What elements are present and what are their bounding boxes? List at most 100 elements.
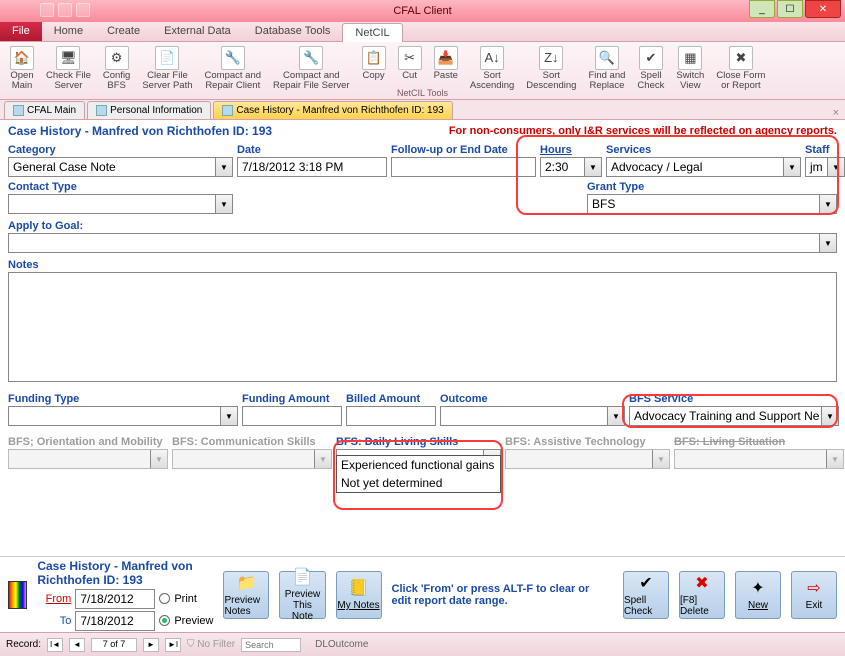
services-combo[interactable]: Advocacy / Legal▼	[606, 157, 801, 177]
date-input[interactable]	[237, 157, 387, 177]
spell-check-button[interactable]: ✔Spell Check	[623, 571, 669, 619]
close-button[interactable]: ✕	[805, 0, 841, 18]
label-hours: Hours	[540, 144, 602, 156]
tab-netcil[interactable]: NetCIL	[342, 23, 402, 42]
chevron-down-icon[interactable]: ▼	[783, 158, 800, 176]
hours-combo[interactable]: 2:30▼	[540, 157, 602, 177]
ribbon-open-main-button[interactable]: 🏠Open Main	[6, 44, 38, 97]
label-funding-amount: Funding Amount	[242, 393, 342, 405]
ribbon-compact-and-repair-client-button[interactable]: 🔧Compact and Repair Client	[201, 44, 266, 97]
search-input[interactable]	[241, 638, 301, 652]
maximize-button[interactable]: ☐	[777, 0, 803, 18]
no-filter-label[interactable]: ⛉ No Filter	[187, 639, 235, 650]
ribbon-sort-descending-button[interactable]: Z↓Sort Descending	[522, 44, 580, 97]
ribbon-icon: ✖	[729, 46, 753, 70]
chevron-down-icon[interactable]: ▼	[215, 158, 232, 176]
notes-icon: 📒	[349, 578, 369, 598]
chevron-down-icon[interactable]: ▼	[821, 407, 838, 425]
tab-home[interactable]: Home	[42, 22, 95, 41]
doctab-personal-info[interactable]: Personal Information	[87, 101, 211, 119]
ribbon-check-file-server-button[interactable]: 🖥Check File Server	[42, 44, 95, 97]
ribbon-icon: 🖥	[56, 46, 80, 70]
ribbon-group-label: NetCIL Tools	[397, 88, 448, 98]
ribbon-switch-view-button[interactable]: ▦Switch View	[672, 44, 708, 97]
document-tabs: CFAL Main Personal Information Case Hist…	[0, 100, 845, 120]
tab-create[interactable]: Create	[95, 22, 152, 41]
label-funding-type: Funding Type	[8, 393, 238, 405]
label-outcome: Outcome	[440, 393, 625, 405]
outcome-combo[interactable]: ▼	[440, 406, 625, 426]
bfs-comm-combo: ▼	[172, 449, 332, 469]
nav-first-button[interactable]: I◄	[47, 638, 63, 652]
form-icon	[96, 105, 107, 116]
dropdown-option[interactable]: Experienced functional gains	[337, 456, 500, 474]
contact-type-combo[interactable]: ▼	[8, 194, 233, 214]
new-button[interactable]: ✦New	[735, 571, 781, 619]
apply-goal-combo[interactable]: ▼	[8, 233, 837, 253]
to-date-input[interactable]	[75, 611, 155, 631]
my-notes-button[interactable]: 📒My Notes	[336, 571, 382, 619]
chevron-down-icon[interactable]: ▼	[584, 158, 601, 176]
chevron-down-icon[interactable]: ▼	[819, 234, 836, 252]
label-grant-type: Grant Type	[587, 181, 837, 193]
label-category: Category	[8, 144, 233, 156]
tab-external-data[interactable]: External Data	[152, 22, 243, 41]
bfs-assist-combo: ▼	[505, 449, 670, 469]
notes-textarea[interactable]	[8, 272, 837, 382]
preview-notes-button[interactable]: 📁Preview Notes	[223, 571, 269, 619]
preview-radio[interactable]	[159, 615, 170, 626]
file-menu[interactable]: File	[0, 22, 42, 41]
close-tab-icon[interactable]: ×	[833, 107, 839, 119]
delete-button[interactable]: ✖[F8] Delete	[679, 571, 725, 619]
bfs-daily-dropdown[interactable]: Experienced functional gains Not yet det…	[336, 455, 501, 493]
ribbon-find-and-replace-button[interactable]: 🔍Find and Replace	[584, 44, 629, 97]
ribbon-icon: 📄	[155, 46, 179, 70]
print-radio[interactable]	[159, 593, 170, 604]
qat-redo-icon[interactable]	[76, 3, 90, 17]
ribbon-clear-file-server-path-button[interactable]: 📄Clear File Server Path	[138, 44, 196, 97]
chevron-down-icon[interactable]: ▼	[607, 407, 624, 425]
bfs-service-combo[interactable]: Advocacy Training and Support Ne▼	[629, 406, 839, 426]
dropdown-option[interactable]: Not yet determined	[337, 474, 500, 492]
preview-this-note-button[interactable]: 📄Preview This Note	[279, 571, 325, 619]
nav-prev-button[interactable]: ◄	[69, 638, 85, 652]
nav-last-button[interactable]: ►I	[165, 638, 181, 652]
label-billed-amount: Billed Amount	[346, 393, 436, 405]
grant-type-combo[interactable]: BFS▼	[587, 194, 837, 214]
minimize-button[interactable]: _	[749, 0, 775, 18]
ribbon-compact-and-repair-file-server-button[interactable]: 🔧Compact and Repair File Server	[269, 44, 354, 97]
funding-type-combo[interactable]: ▼	[8, 406, 238, 426]
ribbon-icon: 🔧	[221, 46, 245, 70]
qat-undo-icon[interactable]	[58, 3, 72, 17]
ribbon-close-form-or-report-button[interactable]: ✖Close Form or Report	[712, 44, 769, 97]
exit-button[interactable]: ⇨Exit	[791, 571, 837, 619]
staff-combo[interactable]: jm▼	[805, 157, 845, 177]
nav-next-button[interactable]: ►	[143, 638, 159, 652]
funding-amount-input[interactable]	[242, 406, 342, 426]
ribbon-sort-ascending-button[interactable]: A↓Sort Ascending	[466, 44, 518, 97]
chevron-down-icon[interactable]: ▼	[827, 158, 844, 176]
record-position[interactable]: 7 of 7	[91, 638, 137, 652]
doctab-case-history[interactable]: Case History - Manfred von Richthofen ID…	[213, 101, 452, 119]
from-date-input[interactable]	[75, 589, 155, 609]
ribbon-icon: 📋	[362, 46, 386, 70]
billed-amount-input[interactable]	[346, 406, 436, 426]
category-combo[interactable]: General Case Note▼	[8, 157, 233, 177]
label-date: Date	[237, 144, 387, 156]
chevron-down-icon[interactable]: ▼	[220, 407, 237, 425]
doctab-cfal-main[interactable]: CFAL Main	[4, 101, 85, 119]
chevron-down-icon[interactable]: ▼	[215, 195, 232, 213]
tab-database-tools[interactable]: Database Tools	[243, 22, 343, 41]
followup-input[interactable]	[391, 157, 536, 177]
record-label: Record:	[6, 639, 41, 650]
ribbon-icon: 🔍	[595, 46, 619, 70]
ribbon-config-bfs-button[interactable]: ⚙Config BFS	[99, 44, 134, 97]
label-from[interactable]: From	[37, 593, 71, 605]
label-followup: Follow-up or End Date	[391, 144, 536, 156]
ribbon-copy-button[interactable]: 📋Copy	[358, 44, 390, 97]
ribbon-spell-check-button[interactable]: ✔Spell Check	[633, 44, 668, 97]
form-area: Case History - Manfred von Richthofen ID…	[0, 120, 845, 469]
qat-save-icon[interactable]	[40, 3, 54, 17]
ribbon-icon: ✂	[398, 46, 422, 70]
chevron-down-icon[interactable]: ▼	[819, 195, 836, 213]
